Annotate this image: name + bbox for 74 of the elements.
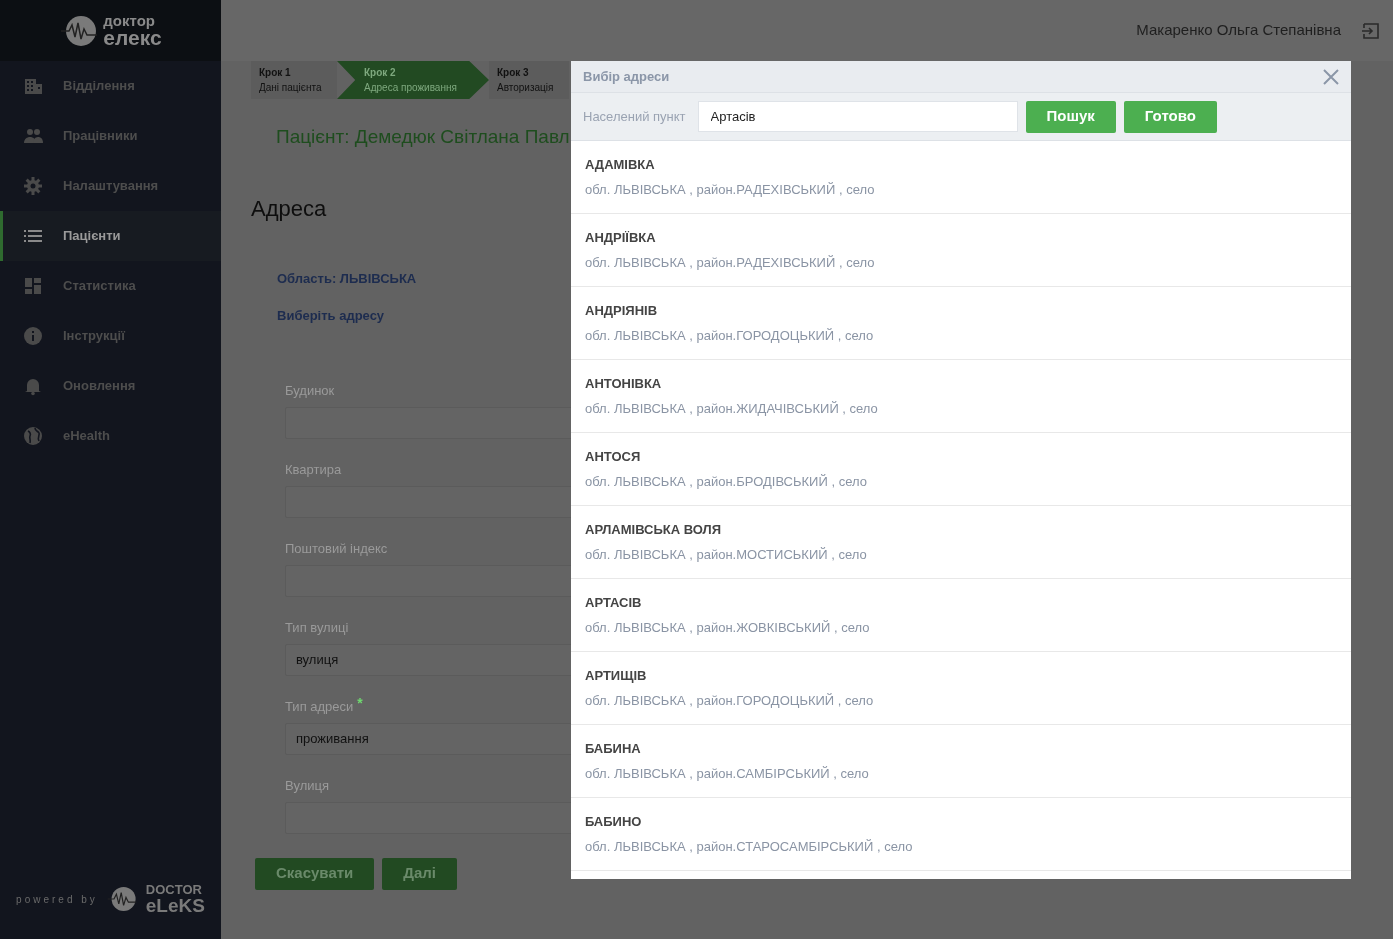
sidebar-item[interactable]: eHealth <box>0 411 221 461</box>
settlement-details: обл. ЛЬВІВСЬКА , район.СТАРОСАМБІРСЬКИЙ , село <box>585 838 914 856</box>
dialog-title: Вибір адреси <box>583 67 670 86</box>
brand-text: eLeKS <box>145 896 205 915</box>
result-item[interactable]: БАБИНА обл. ЛЬВІВСЬКА , район.САМБІРСЬКИЙ , село <box>571 725 1351 798</box>
result-item[interactable]: АРТИЩІВ обл. ЛЬВІВСЬКА , район.ГОРОДОЦЬКИЙ , село <box>571 652 1351 725</box>
section-title: Адреса <box>251 194 327 223</box>
choose-address-link[interactable]: Виберіть адресу <box>277 306 385 326</box>
settlement-name: АНДРІЇВКА <box>585 228 657 247</box>
settlement-name: АНТОНІВКА <box>585 374 663 393</box>
settlement-details: обл. ЛЬВІВСЬКА , район.БРОДІВСЬКИЙ , село <box>585 473 868 491</box>
logo-icon <box>59 13 100 48</box>
people-icon <box>23 126 43 146</box>
logo-icon <box>105 884 138 914</box>
settlement-name: БАБИНО <box>585 812 643 831</box>
field-label: Квартира <box>285 460 342 479</box>
settlement-details: обл. ЛЬВІВСЬКА , район.ЖИДАЧІВСЬКИЙ , село <box>585 400 879 418</box>
field-label: Вулиця <box>285 776 330 795</box>
patient-title: Пацієнт: Демедюк Світлана Павл <box>276 125 571 149</box>
result-item[interactable]: АНДРІЇВКА обл. ЛЬВІВСЬКА , район.РАДЕХІВСЬКИЙ , село <box>571 214 1351 287</box>
sidebar-item[interactable]: Оновлення <box>0 361 221 411</box>
result-item[interactable]: АРТАСІВ обл. ЛЬВІВСЬКА , район.ЖОВКІВСЬКИЙ , село <box>571 579 1351 652</box>
form-button[interactable]: Далі <box>382 857 458 890</box>
info-icon <box>23 326 43 346</box>
step-tab[interactable]: Крок 3 Авторизація <box>489 61 569 99</box>
step-tab[interactable]: Крок 1 Дані пацієнта <box>251 61 337 99</box>
sidebar-item[interactable]: Інструкції <box>0 311 221 361</box>
settlement-name: АНДРІЯНІВ <box>585 301 659 320</box>
field-label: Тип адреси * <box>285 696 363 716</box>
sidebar-item[interactable]: Статистика <box>0 261 221 311</box>
result-item[interactable]: АДАМІВКА обл. ЛЬВІВСЬКА , район.РАДЕХІВСЬКИЙ , село <box>571 141 1351 214</box>
settlement-details: обл. ЛЬВІВСЬКА , район.САМБІРСЬКИЙ , село <box>585 765 870 783</box>
dashboard-icon <box>23 276 43 296</box>
required-mark: * <box>357 693 363 713</box>
settlement-name: АРЛАМІВСЬКА ВОЛЯ <box>585 520 723 539</box>
field-label: Тип вулиці <box>285 618 349 637</box>
dialog-button[interactable]: Готово <box>1123 100 1217 133</box>
logo-text: елекс <box>103 28 162 48</box>
sidebar-item[interactable]: Працівники <box>0 111 221 161</box>
settlement-name: АДАМІВКА <box>585 155 656 174</box>
field-label: Населений пункт <box>583 107 686 126</box>
settlement-name: БАБИНА <box>585 739 642 758</box>
sidebar-item[interactable]: Пацієнти <box>0 211 221 261</box>
field-label: Поштовий індекс <box>285 539 388 558</box>
settlement-details: обл. ЛЬВІВСЬКА , район.ЖОВКІВСЬКИЙ , село <box>585 619 871 637</box>
settlement-field[interactable]: Артасів <box>697 101 1018 132</box>
step-tab[interactable]: Крок 2 Адреса проживання <box>337 61 489 99</box>
settings-icon <box>23 176 43 196</box>
settlement-details: обл. ЛЬВІВСЬКА , район.РАДЕХІВСЬКИЙ , село <box>585 181 876 199</box>
logout-icon[interactable] <box>1361 20 1381 41</box>
field-label: Будинок <box>285 381 335 400</box>
sidebar-item[interactable]: Відділення <box>0 61 221 111</box>
sidebar-item[interactable]: Налаштування <box>0 161 221 211</box>
result-item[interactable]: АНТОНІВКА обл. ЛЬВІВСЬКА , район.ЖИДАЧІВСЬКИЙ , село <box>571 360 1351 433</box>
logo-text: доктор <box>103 13 155 28</box>
settlement-details: обл. ЛЬВІВСЬКА , район.РАДЕХІВСЬКИЙ , село <box>585 254 876 272</box>
result-item[interactable]: АРЛАМІВСЬКА ВОЛЯ обл. ЛЬВІВСЬКА , район.МОСТИСЬКИЙ , село <box>571 506 1351 579</box>
settlement-details: обл. ЛЬВІВСЬКА , район.ГОРОДОЦЬКИЙ , село <box>585 327 875 345</box>
brand-text: DOCTOR <box>145 883 203 896</box>
building-icon <box>23 76 43 96</box>
bell-icon <box>23 376 43 396</box>
region-label: Область: ЛЬВІВСЬКА <box>277 269 418 288</box>
result-item[interactable]: АНДРІЯНІВ обл. ЛЬВІВСЬКА , район.ГОРОДОЦЬКИЙ , село <box>571 287 1351 360</box>
dialog-button[interactable]: Пошук <box>1025 100 1116 133</box>
result-item[interactable]: БАБИНО обл. ЛЬВІВСЬКА , район.СТАРОСАМБІРСЬКИЙ , село <box>571 798 1351 871</box>
globe-icon <box>23 426 43 446</box>
settlement-details: обл. ЛЬВІВСЬКА , район.ГОРОДОЦЬКИЙ , село <box>585 692 875 710</box>
powered-by-text: powered by <box>16 892 98 907</box>
user-name: Макаренко Ольга Степанівна <box>1136 20 1341 41</box>
settlement-name: АРТАСІВ <box>585 593 643 612</box>
settlement-name: АНТОСЯ <box>585 447 642 466</box>
result-item[interactable]: АНТОСЯ обл. ЛЬВІВСЬКА , район.БРОДІВСЬКИЙ , село <box>571 433 1351 506</box>
settlement-details: обл. ЛЬВІВСЬКА , район.МОСТИСЬКИЙ , село <box>585 546 868 564</box>
form-button[interactable]: Скасувати <box>255 857 375 890</box>
